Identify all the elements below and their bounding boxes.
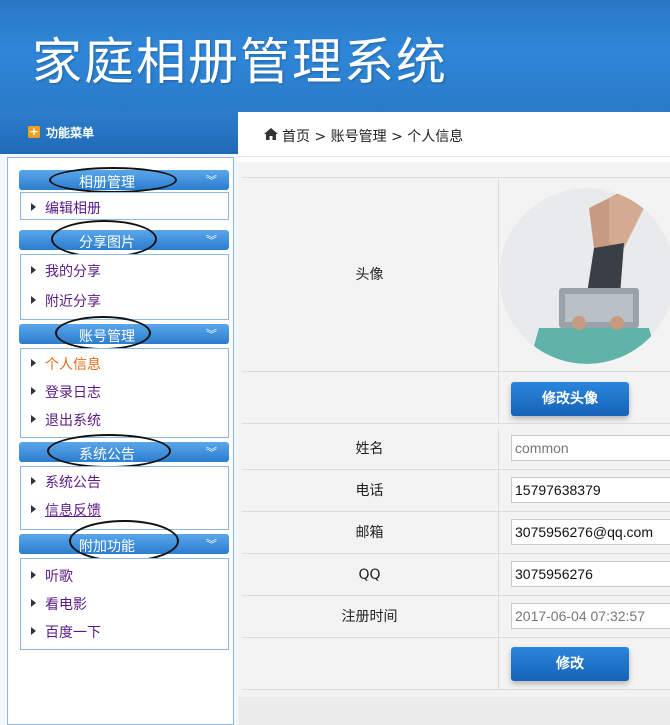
menu-items-account: 个人信息 登录日志 退出系统: [20, 348, 229, 438]
register-time-field: 2017-06-04 07:32:57: [511, 603, 670, 629]
home-icon: [264, 128, 278, 140]
menu-item-login-log[interactable]: 登录日志: [21, 381, 221, 401]
arrow-right-icon: [31, 599, 36, 607]
arrow-right-icon: [31, 477, 36, 485]
chevron-down-icon: ︾: [206, 538, 217, 551]
arrow-right-icon: [31, 505, 36, 513]
name-field[interactable]: common: [511, 435, 670, 461]
menu-item-system-notice[interactable]: 系统公告: [21, 471, 221, 491]
menu-group-extra[interactable]: 附加功能 ︾: [19, 520, 229, 562]
chevron-down-icon: ︾: [206, 446, 217, 459]
avatar-label: 头像: [355, 267, 384, 283]
avatar-image: [499, 188, 670, 364]
chevron-down-icon: ︾: [206, 174, 217, 187]
phone-label: 电话: [355, 483, 384, 499]
menu-item-feedback[interactable]: 信息反馈: [21, 499, 221, 519]
sidebar-menu: 相册管理 ︾ 编辑相册 分享图片 ︾ 我的分享 附近分享 账号管理 ︾ 个人信息…: [7, 157, 234, 725]
arrow-right-icon: [31, 571, 36, 579]
field-row-register-time: 注册时间 2017-06-04 07:32:57: [242, 596, 670, 638]
arrow-right-icon: [31, 387, 36, 395]
arrow-right-icon: [31, 296, 36, 304]
menu-items-share: 我的分享 附近分享: [20, 254, 229, 320]
arrow-right-icon: [31, 359, 36, 367]
change-avatar-button[interactable]: 修改头像: [511, 382, 629, 416]
menu-item-edit-album[interactable]: 编辑相册: [21, 197, 221, 217]
menu-group-label: 相册管理: [79, 175, 135, 191]
menu-group-notice[interactable]: 系统公告 ︾: [19, 434, 229, 468]
menu-items-album: 编辑相册: [20, 192, 229, 220]
menu-group-account[interactable]: 账号管理 ︾: [19, 316, 229, 350]
menu-item-music[interactable]: 听歌: [21, 565, 221, 585]
menu-group-label: 分享图片: [79, 235, 135, 251]
menu-item-movie[interactable]: 看电影: [21, 593, 221, 613]
main-content: 首页 > 账号管理 > 个人信息 头像 修改头像 姓名 common 电话 15…: [238, 112, 670, 725]
sidebar: + 功能菜单 相册管理 ︾ 编辑相册 分享图片 ︾ 我的分享 附近分享 账号管理…: [0, 112, 238, 725]
menu-group-album[interactable]: 相册管理 ︾: [19, 167, 229, 193]
menu-item-nearby-share[interactable]: 附近分享: [21, 290, 221, 310]
arrow-right-icon: [31, 627, 36, 635]
arrow-right-icon: [31, 203, 36, 211]
menu-group-label: 账号管理: [79, 329, 135, 345]
menu-items-extra: 听歌 看电影 百度一下: [20, 558, 229, 650]
email-label: 邮箱: [355, 525, 384, 541]
arrow-right-icon: [31, 266, 36, 274]
email-field[interactable]: 3075956276@qq.com: [511, 519, 670, 545]
field-row-qq: QQ 3075956276: [242, 554, 670, 596]
field-row-email: 邮箱 3075956276@qq.com: [242, 512, 670, 554]
change-avatar-row: 修改头像: [242, 372, 670, 424]
sidebar-header: + 功能菜单: [0, 112, 238, 154]
field-row-name: 姓名 common: [242, 428, 670, 470]
profile-form: 头像 修改头像 姓名 common 电话 15797638379 邮箱 3075…: [242, 177, 670, 690]
plus-icon: +: [28, 125, 40, 138]
avatar-cell: [498, 178, 670, 371]
chevron-down-icon: ︾: [206, 234, 217, 247]
header-banner: 家庭相册管理系统: [0, 0, 670, 112]
arrow-right-icon: [31, 415, 36, 423]
menu-group-label: 附加功能: [79, 539, 135, 555]
menu-item-my-share[interactable]: 我的分享: [21, 260, 221, 280]
chevron-down-icon: ︾: [206, 328, 217, 341]
sidebar-title: 功能菜单: [46, 126, 95, 140]
page: 家庭相册管理系统 + 功能菜单 相册管理 ︾ 编辑相册 分享图片 ︾ 我的分享 …: [0, 0, 670, 725]
submit-button[interactable]: 修改: [511, 647, 629, 681]
menu-item-baidu[interactable]: 百度一下: [21, 621, 221, 641]
breadcrumb: 首页 > 账号管理 > 个人信息: [282, 129, 464, 145]
register-time-label: 注册时间: [341, 609, 398, 625]
app-title: 家庭相册管理系统: [32, 33, 448, 91]
footer-strip: [238, 697, 670, 725]
name-label: 姓名: [355, 441, 384, 457]
avatar-row: 头像: [242, 178, 670, 372]
menu-group-share[interactable]: 分享图片 ︾: [19, 220, 229, 258]
menu-group-label: 系统公告: [79, 447, 135, 463]
menu-item-logout[interactable]: 退出系统: [21, 409, 221, 429]
breadcrumb-bar: 首页 > 账号管理 > 个人信息: [238, 112, 670, 157]
phone-field[interactable]: 15797638379: [511, 477, 670, 503]
submit-row: 修改: [242, 638, 670, 690]
menu-item-personal-info[interactable]: 个人信息: [21, 353, 221, 373]
qq-field[interactable]: 3075956276: [511, 561, 670, 587]
field-row-phone: 电话 15797638379: [242, 470, 670, 512]
qq-label: QQ: [358, 567, 381, 583]
